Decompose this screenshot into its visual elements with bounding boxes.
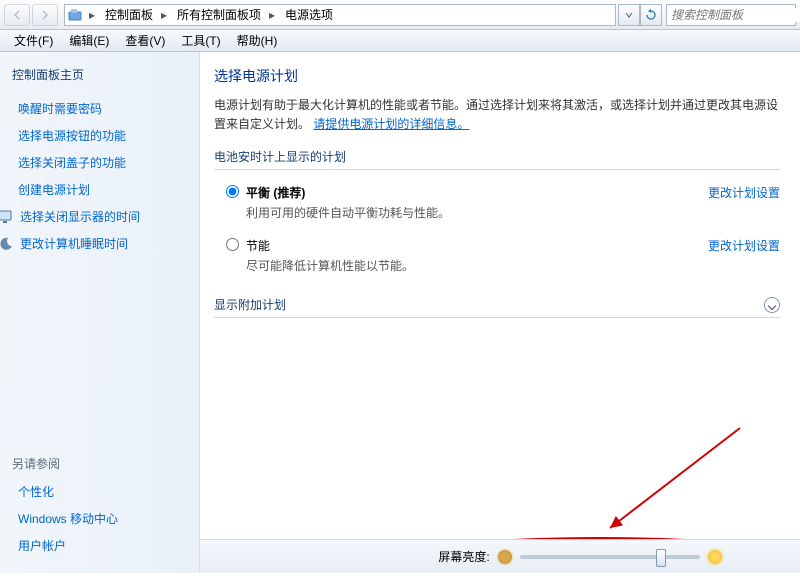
brightness-label: 屏幕亮度:: [438, 548, 489, 565]
plan-name: 平衡 (推荐): [246, 186, 305, 200]
main-panel: 选择电源计划 电源计划有助于最大化计算机的性能或者节能。通过选择计划来将其激活，…: [200, 52, 800, 573]
see-also-mobility-center[interactable]: Windows 移动中心: [12, 505, 187, 532]
see-also-heading: 另请参阅: [12, 455, 187, 472]
sidebar-link-label: Windows 移动中心: [18, 510, 118, 527]
sidebar-link-label: 更改计算机睡眠时间: [20, 235, 128, 252]
slider-thumb[interactable]: [656, 549, 666, 567]
chevron-down-icon[interactable]: [764, 297, 780, 313]
plan-group-heading: 电池安时计上显示的计划: [214, 148, 780, 170]
sidebar-link-label: 用户帐户: [18, 537, 66, 554]
sidebar-link-power-button[interactable]: 选择电源按钮的功能: [12, 122, 187, 149]
chevron-right-icon[interactable]: ▸: [265, 8, 279, 22]
see-also-personalization[interactable]: 个性化: [12, 478, 187, 505]
brightness-bar: 屏幕亮度:: [200, 539, 800, 573]
sidebar-link-label: 选择电源按钮的功能: [18, 127, 126, 144]
sidebar-link-create-plan[interactable]: 创建电源计划: [12, 176, 187, 203]
change-plan-settings-link[interactable]: 更改计划设置: [708, 237, 780, 254]
plan-description: 利用可用的硬件自动平衡功耗与性能。: [246, 204, 708, 221]
more-info-link[interactable]: 请提供电源计划的详细信息。: [313, 117, 469, 131]
annotation-arrow: [570, 423, 750, 543]
sidebar-link-label: 创建电源计划: [18, 181, 90, 198]
menu-tools[interactable]: 工具(T): [173, 30, 228, 51]
plan-description: 尽可能降低计算机性能以节能。: [246, 257, 708, 274]
monitor-icon: [0, 209, 14, 225]
menu-edit[interactable]: 编辑(E): [61, 30, 117, 51]
sidebar-link-label: 选择关闭显示器的时间: [20, 208, 140, 225]
see-also-user-accounts[interactable]: 用户帐户: [12, 532, 187, 559]
page-description: 电源计划有助于最大化计算机的性能或者节能。通过选择计划来将其激活，或选择计划并通…: [214, 96, 780, 134]
forward-button[interactable]: [32, 4, 58, 26]
history-dropdown-button[interactable]: [618, 4, 640, 26]
back-button[interactable]: [4, 4, 30, 26]
menu-file[interactable]: 文件(F): [6, 30, 61, 51]
change-plan-settings-link[interactable]: 更改计划设置: [708, 184, 780, 201]
moon-icon: [0, 236, 14, 252]
sidebar-link-close-lid[interactable]: 选择关闭盖子的功能: [12, 149, 187, 176]
group-label: 显示附加计划: [214, 296, 286, 313]
nav-buttons: [4, 4, 58, 26]
sidebar-link-label: 个性化: [18, 483, 54, 500]
sidebar-link-label: 选择关闭盖子的功能: [18, 154, 126, 171]
breadcrumb-item[interactable]: 电源选项: [279, 5, 337, 25]
search-input[interactable]: [671, 8, 800, 22]
sidebar-link-turn-off-display[interactable]: 选择关闭显示器的时间: [0, 203, 187, 230]
plan-name: 节能: [246, 237, 708, 254]
breadcrumb: ▸ 控制面板 ▸ 所有控制面板项 ▸ 电源选项: [64, 4, 616, 26]
menu-view[interactable]: 查看(V): [117, 30, 173, 51]
group-label: 电池安时计上显示的计划: [214, 148, 346, 165]
sidebar-link-label: 唤醒时需要密码: [18, 100, 102, 117]
plan-radio[interactable]: [226, 185, 239, 198]
sidebar: 控制面板主页 唤醒时需要密码 选择电源按钮的功能 选择关闭盖子的功能 创建电源计…: [0, 52, 200, 573]
refresh-group: [618, 4, 662, 26]
description-text: 电源计划有助于最大化计算机的性能或者节能。通过选择计划来将其激活，或选择计划并通…: [214, 98, 778, 131]
menu-help[interactable]: 帮助(H): [229, 30, 286, 51]
page-title: 选择电源计划: [214, 66, 780, 86]
sidebar-title[interactable]: 控制面板主页: [12, 66, 187, 83]
menu-bar: 文件(F) 编辑(E) 查看(V) 工具(T) 帮助(H): [0, 30, 800, 52]
breadcrumb-item[interactable]: 控制面板: [99, 5, 157, 25]
sidebar-link-sleep-time[interactable]: 更改计算机睡眠时间: [0, 230, 187, 257]
additional-plans-heading[interactable]: 显示附加计划: [214, 296, 780, 318]
power-plan-balanced: 平衡 (推荐) 利用可用的硬件自动平衡功耗与性能。 更改计划设置: [214, 180, 780, 233]
power-plan-saver: 节能 尽可能降低计算机性能以节能。 更改计划设置: [214, 233, 780, 286]
address-bar: ▸ 控制面板 ▸ 所有控制面板项 ▸ 电源选项: [0, 0, 800, 30]
refresh-button[interactable]: [640, 4, 662, 26]
location-icon: [65, 5, 85, 25]
sidebar-link-require-password[interactable]: 唤醒时需要密码: [12, 95, 187, 122]
plan-radio[interactable]: [226, 238, 239, 251]
chevron-right-icon[interactable]: ▸: [157, 8, 171, 22]
brightness-slider[interactable]: [520, 555, 700, 559]
sun-dim-icon: [498, 550, 512, 564]
sun-bright-icon: [708, 550, 722, 564]
breadcrumb-item[interactable]: 所有控制面板项: [171, 5, 265, 25]
chevron-right-icon[interactable]: ▸: [85, 8, 99, 22]
search-box[interactable]: [666, 4, 796, 26]
